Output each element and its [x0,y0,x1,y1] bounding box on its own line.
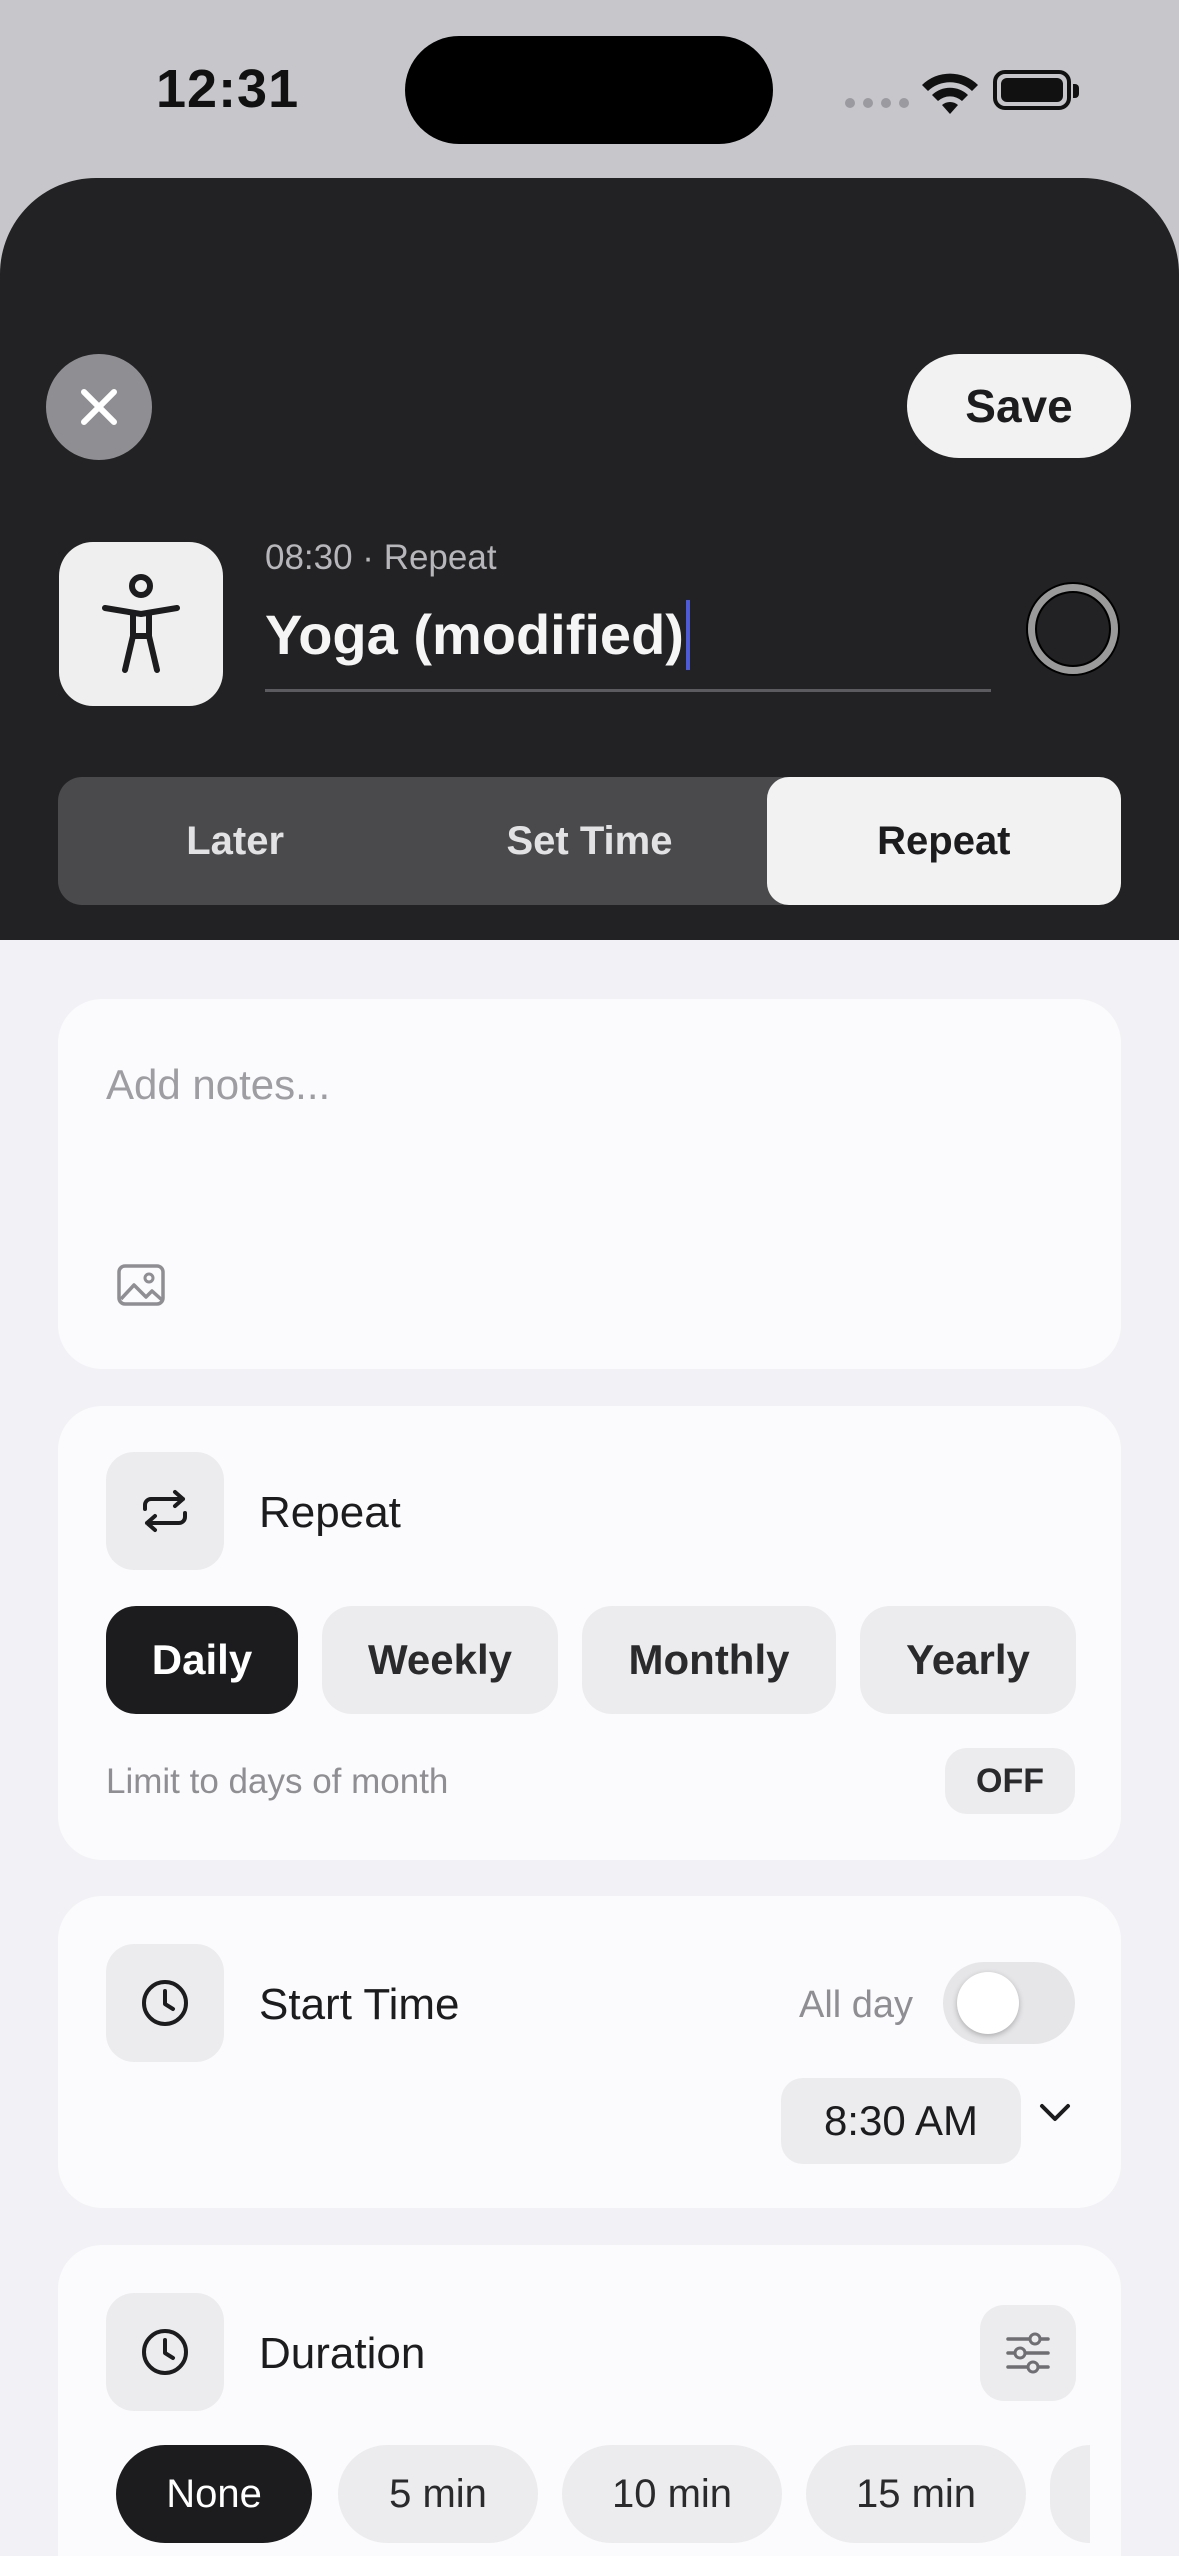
close-button[interactable] [46,354,152,460]
save-button[interactable]: Save [907,354,1131,458]
duration-option-overflow[interactable] [1050,2445,1090,2543]
close-icon [81,389,117,425]
start-time-label: Start Time [259,1980,460,2029]
title-input[interactable]: Yoga (modified) [265,592,991,692]
duration-option-15-min[interactable]: 15 min [806,2445,1026,2543]
image-icon[interactable] [116,1263,166,1307]
sliders-icon [1006,2332,1050,2374]
complete-checkbox[interactable] [1028,584,1118,674]
cellular-signal-icon [845,98,909,108]
duration-label: Duration [259,2329,426,2378]
title-input-value: Yoga (modified) [265,603,684,666]
duration-icon-tile [106,2293,224,2411]
repeat-option-monthly[interactable]: Monthly [582,1606,836,1714]
repeat-label: Repeat [259,1488,401,1537]
wifi-icon [922,73,978,114]
repeat-option-yearly[interactable]: Yearly [860,1606,1076,1714]
duration-card: Duration None 5 min 10 min 15 min [58,2245,1121,2556]
segment-later[interactable]: Later [58,777,412,905]
duration-option-5-min[interactable]: 5 min [338,2445,538,2543]
repeat-option-weekly[interactable]: Weekly [322,1606,558,1714]
limit-days-label: Limit to days of month [106,1762,449,1801]
repeat-icon [143,1490,187,1532]
dynamic-island [405,36,773,144]
segment-set-time[interactable]: Set Time [412,777,766,905]
repeat-option-daily[interactable]: Daily [106,1606,298,1714]
all-day-label: All day [799,1984,914,2026]
accessibility-person-icon [102,574,180,673]
clock-icon [142,2329,188,2375]
battery-icon [993,70,1079,110]
limit-days-toggle[interactable]: OFF [945,1748,1075,1814]
text-caret [685,600,690,670]
task-icon-button[interactable] [59,542,223,706]
notes-card: Add notes... [58,999,1121,1369]
toggle-knob [957,1972,1019,2034]
segment-repeat[interactable]: Repeat [766,777,1121,905]
status-time: 12:31 [156,59,300,119]
start-time-card: Start Time All day 8:30 AM [58,1896,1121,2208]
start-time-picker[interactable]: 8:30 AM [781,2078,1021,2164]
clock-icon [142,1980,188,2026]
repeat-card: Repeat Daily Weekly Monthly Yearly Limit… [58,1406,1121,1860]
repeat-icon-tile [106,1452,224,1570]
chevron-down-icon[interactable] [1038,2102,1072,2124]
task-subtitle: 08:30 · Repeat [265,538,497,577]
duration-option-10-min[interactable]: 10 min [562,2445,782,2543]
schedule-segmented-control: Later Set Time Repeat [58,777,1121,905]
all-day-toggle[interactable] [943,1962,1075,2044]
clock-icon-tile [106,1944,224,2062]
duration-settings-button[interactable] [980,2305,1076,2401]
duration-option-none[interactable]: None [116,2445,312,2543]
notes-input[interactable]: Add notes... [106,1061,330,1109]
